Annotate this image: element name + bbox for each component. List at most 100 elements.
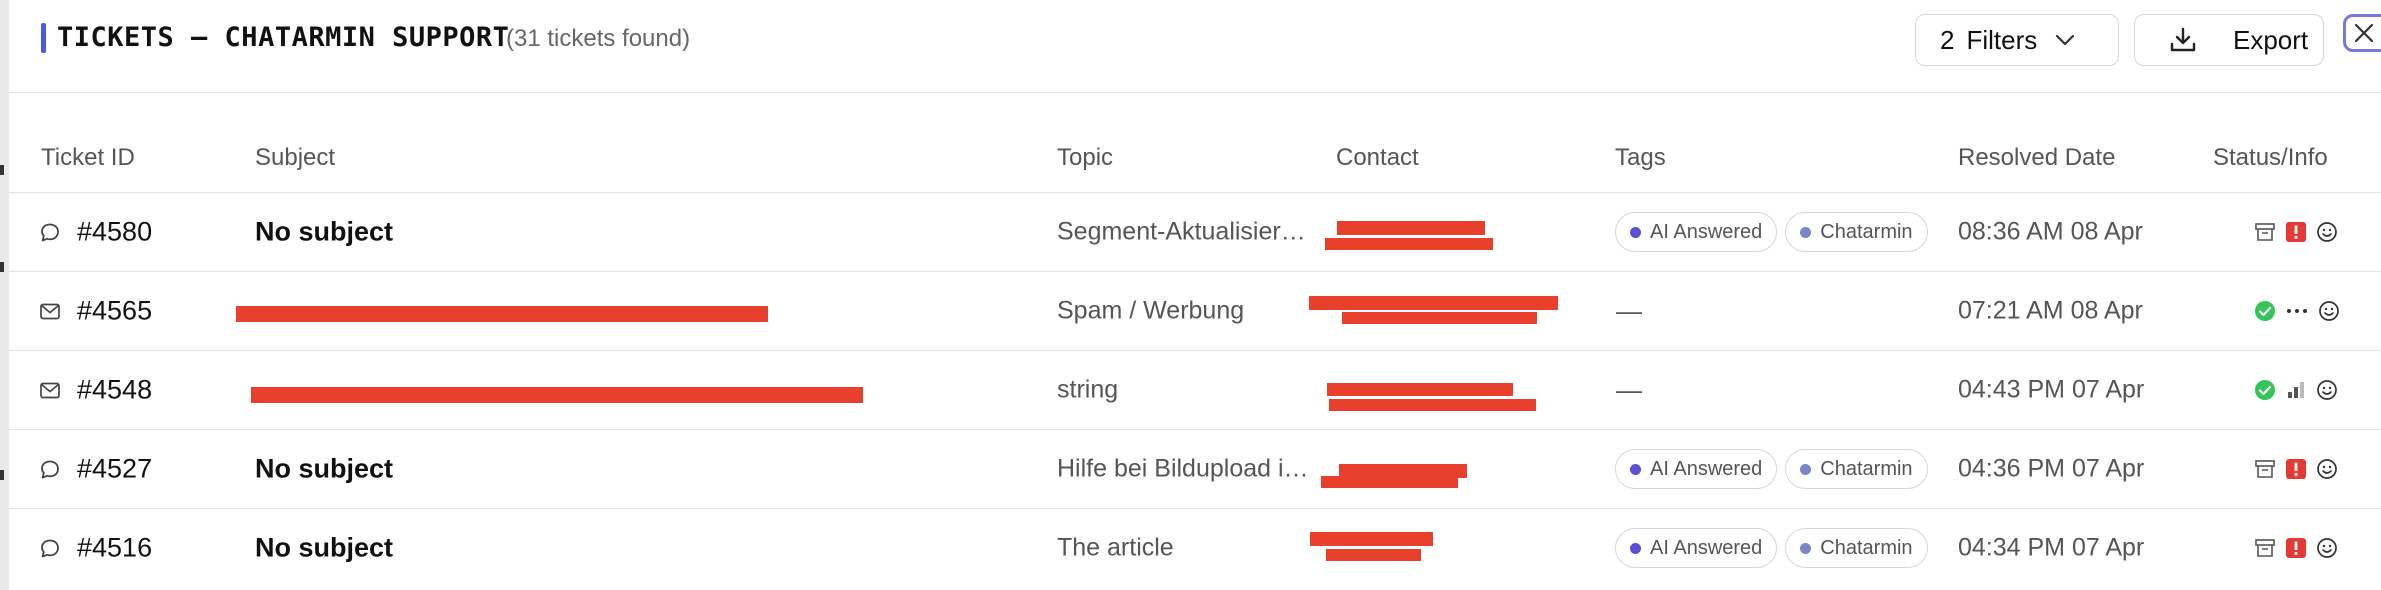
edge-mark [0, 262, 4, 272]
title-accent-bar [41, 23, 46, 53]
ticket-topic: Hilfe bei Bildupload i… [1057, 454, 1309, 483]
filters-label: Filters [1966, 24, 2038, 55]
redacted-contact [1327, 383, 1513, 396]
ticket-topic: The article [1057, 533, 1174, 562]
panel-header: TICKETS – CHATARMIN SUPPORT (31 tickets … [9, 0, 2381, 93]
ticket-topic: Segment-Aktualisier… [1057, 217, 1306, 246]
alert-icon[interactable] [2286, 222, 2306, 242]
export-label: Export [2233, 24, 2309, 55]
status-info [2254, 458, 2338, 480]
column-header-status-info[interactable]: Status/Info [2213, 144, 2328, 172]
redacted-contact [1321, 476, 1458, 488]
table-row[interactable]: #4516 No subject The article AI Answered… [9, 509, 2381, 587]
smiley-icon[interactable] [2318, 300, 2340, 322]
resolved-date: 08:36 AM 08 Apr [1958, 217, 2143, 246]
tags-empty: — [1616, 295, 1642, 326]
archive-icon[interactable] [2254, 222, 2276, 242]
signal-bars-icon[interactable] [2286, 380, 2306, 400]
ticket-tags: AI Answered Chatarmin [1615, 528, 1928, 568]
chat-bubble-icon [41, 539, 59, 557]
filters-button[interactable]: 2 Filters [1915, 14, 2119, 66]
column-header-resolved-date[interactable]: Resolved Date [1958, 144, 2115, 172]
alert-icon[interactable] [2286, 538, 2306, 558]
column-header-tags[interactable]: Tags [1615, 144, 1666, 172]
column-header-topic[interactable]: Topic [1057, 144, 1113, 172]
tag-dot [1630, 463, 1641, 475]
tag-dot [1800, 226, 1812, 238]
redacted-subject [251, 387, 863, 403]
table-row[interactable]: #4548 string — 04:43 PM 07 Apr [9, 351, 2381, 430]
resolved-date: 04:36 PM 07 Apr [1958, 454, 2145, 483]
ticket-id: #4548 [77, 374, 153, 405]
ticket-subject: No subject [255, 453, 394, 484]
smiley-icon[interactable] [2316, 379, 2338, 401]
ticket-subject: No subject [255, 216, 394, 247]
table-row[interactable]: #4527 No subject Hilfe bei Bildupload i…… [9, 430, 2381, 509]
ticket-id-cell: #4565 [39, 296, 152, 327]
tag-ai-answered: AI Answered [1615, 212, 1778, 252]
status-info [2254, 537, 2338, 559]
chevron-down-icon [2056, 34, 2075, 46]
alert-icon[interactable] [2286, 459, 2306, 479]
table-row[interactable]: #4565 Spam / Werbung — 07:21 AM 08 Apr [9, 272, 2381, 351]
archive-icon[interactable] [2254, 538, 2276, 558]
page-title: TICKETS – CHATARMIN SUPPORT [57, 22, 510, 53]
ticket-id: #4580 [77, 216, 153, 247]
ticket-topic: Spam / Werbung [1057, 296, 1245, 325]
edge-mark [0, 165, 4, 175]
ticket-count: (31 tickets found) [506, 25, 691, 52]
tag-ai-answered: AI Answered [1615, 528, 1778, 568]
tag-ai-answered: AI Answered [1615, 449, 1778, 489]
archive-icon[interactable] [2254, 459, 2276, 479]
redacted-contact [1337, 221, 1485, 235]
edge-mark [0, 470, 4, 480]
ticket-id: #4565 [77, 295, 153, 326]
chat-bubble-icon [41, 460, 59, 478]
filters-count: 2 [1940, 24, 1955, 55]
tag-dot [1800, 542, 1812, 554]
tag-chatarmin: Chatarmin [1785, 212, 1928, 252]
tag-chatarmin: Chatarmin [1785, 528, 1928, 568]
ticket-tags: AI Answered Chatarmin [1615, 212, 1928, 252]
smiley-icon[interactable] [2316, 458, 2338, 480]
close-icon [2354, 23, 2374, 43]
tag-dot [1630, 226, 1641, 238]
check-circle-icon[interactable] [2254, 300, 2276, 322]
ticket-id-cell: #4580 [39, 217, 152, 248]
resolved-date: 04:34 PM 07 Apr [1958, 533, 2145, 562]
status-info [2254, 300, 2340, 322]
more-icon[interactable] [2286, 308, 2308, 314]
smiley-icon[interactable] [2316, 221, 2338, 243]
background-window-edge [0, 0, 9, 590]
redacted-contact [1329, 399, 1536, 411]
resolved-date: 07:21 AM 08 Apr [1958, 296, 2143, 325]
ticket-id: #4516 [77, 532, 153, 563]
mail-icon [40, 382, 60, 398]
resolved-date: 04:43 PM 07 Apr [1958, 375, 2145, 404]
close-button[interactable] [2343, 14, 2381, 52]
smiley-icon[interactable] [2316, 537, 2338, 559]
tag-dot [1800, 463, 1812, 475]
status-info [2254, 221, 2338, 243]
tags-empty: — [1616, 374, 1642, 405]
column-header-subject[interactable]: Subject [255, 144, 335, 172]
ticket-id-cell: #4527 [39, 454, 152, 485]
redacted-contact [1310, 532, 1433, 546]
column-header-contact[interactable]: Contact [1336, 144, 1419, 172]
download-icon [2170, 27, 2196, 52]
check-circle-icon[interactable] [2254, 379, 2276, 401]
redacted-contact [1326, 549, 1421, 561]
redacted-contact [1325, 238, 1493, 250]
ticket-topic: string [1057, 375, 1119, 404]
ticket-tags: AI Answered Chatarmin [1615, 449, 1928, 489]
redacted-subject [236, 306, 768, 322]
column-header-ticket-id[interactable]: Ticket ID [41, 144, 135, 172]
table-row[interactable]: #4580 No subject Segment-Aktualisier… AI… [9, 193, 2381, 272]
mail-icon [40, 303, 60, 319]
table-header: Ticket ID Subject Topic Contact Tags Res… [9, 130, 2381, 193]
tickets-panel: TICKETS – CHATARMIN SUPPORT (31 tickets … [9, 0, 2381, 590]
redacted-contact [1309, 296, 1558, 310]
ticket-id-cell: #4516 [39, 533, 152, 564]
export-button[interactable]: Export [2134, 14, 2324, 66]
ticket-id: #4527 [77, 453, 153, 484]
